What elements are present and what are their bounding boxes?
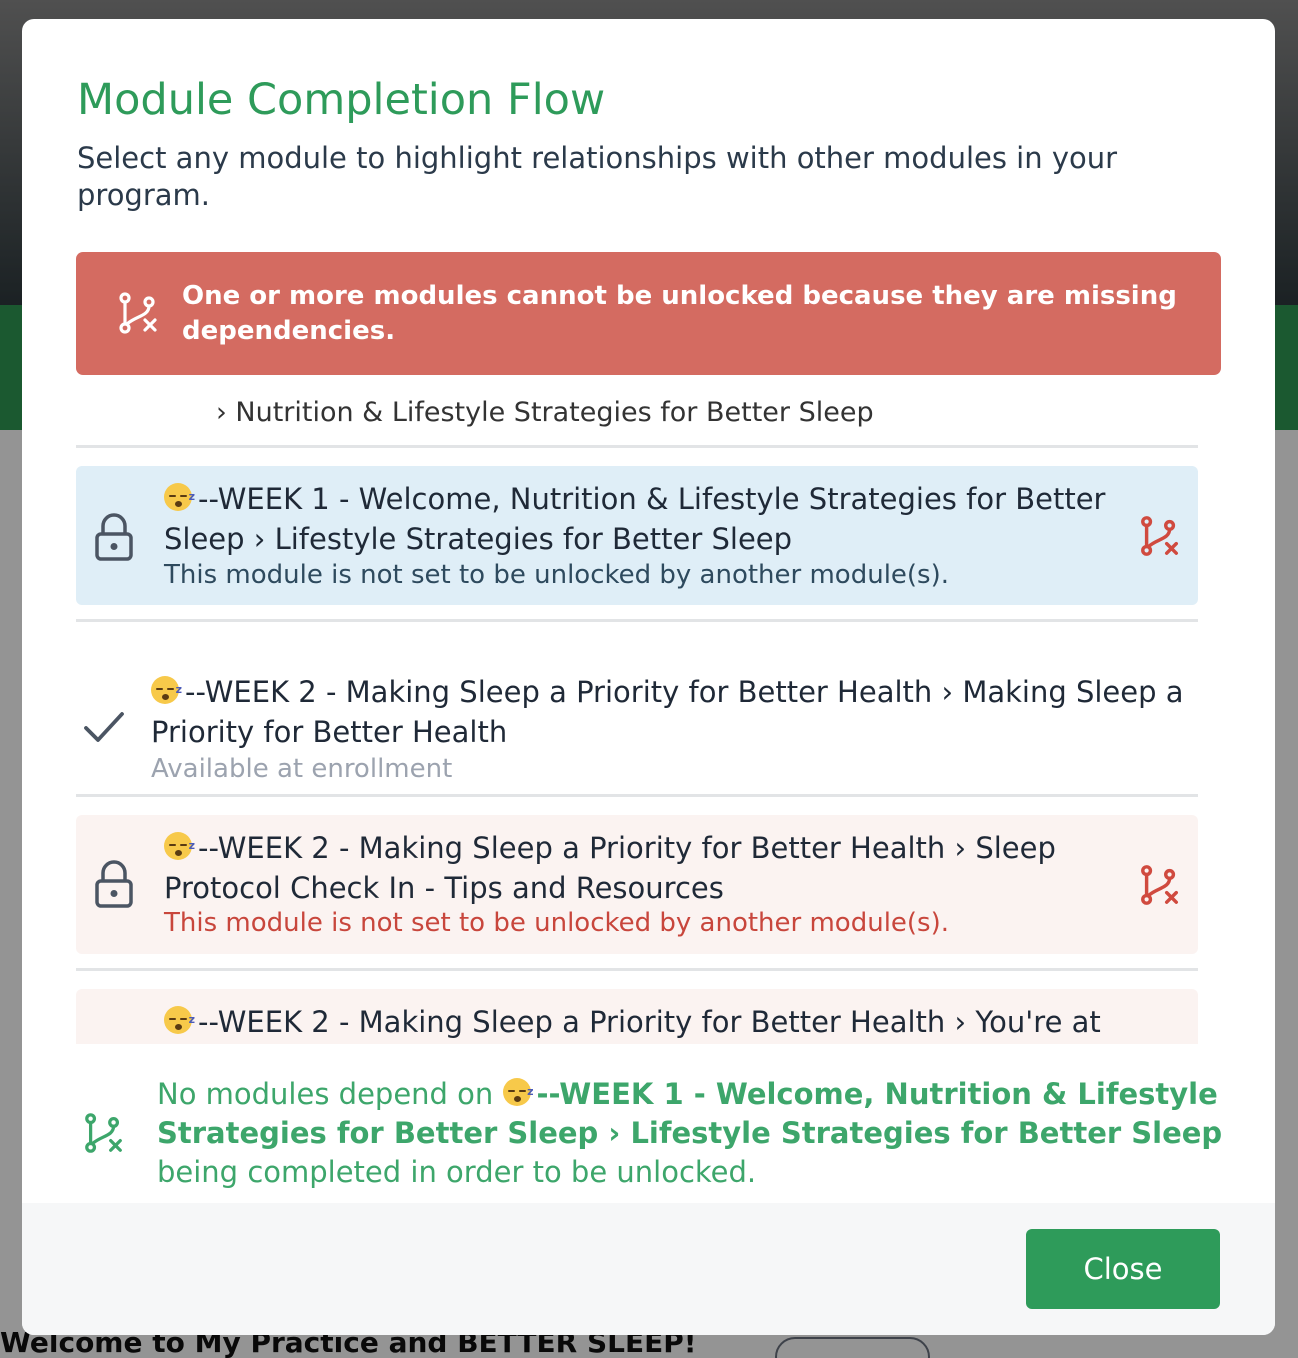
module-title: z --WEEK 2 - Making Sleep a Priority for … [164, 831, 1056, 905]
module-title: z --WEEK 1 - Welcome, Nutrition & Lifesty… [164, 482, 1106, 556]
module-item-selected[interactable]: z --WEEK 1 - Welcome, Nutrition & Lifesty… [76, 466, 1198, 605]
dialog-title: Module Completion Flow [77, 75, 606, 125]
list-divider [76, 619, 1198, 622]
sleeping-face-emoji: z [164, 832, 195, 860]
module-item[interactable]: z --WEEK 2 - Making Sleep a Priority for … [76, 815, 1198, 954]
module-item[interactable]: z --WEEK 2 - Making Sleep a Priority for … [76, 989, 1198, 1044]
dependency-info: No modules depend on z --WEEK 1 - Welcome… [77, 1075, 1237, 1195]
sleeping-face-emoji: z [502, 1078, 534, 1106]
lock-icon [95, 513, 133, 561]
module-subtitle: This module is not set to be unlocked by… [164, 560, 950, 590]
lock-icon [95, 860, 133, 908]
alert-message: One or more modules cannot be unlocked b… [182, 281, 1177, 346]
sleeping-face-emoji: z [164, 483, 195, 511]
dependency-info-text: No modules depend on z --WEEK 1 - Welcome… [157, 1077, 1223, 1189]
check-icon [84, 712, 124, 742]
module-item[interactable]: z --WEEK 2 - Making Sleep a Priority for … [76, 637, 1198, 787]
module-subtitle: This module is not set to be unlocked by… [164, 908, 950, 938]
close-button[interactable]: Close [1026, 1229, 1220, 1309]
branch-x-icon [85, 1113, 122, 1153]
branch-x-icon [119, 292, 157, 334]
dialog-description: Select any module to highlight relations… [77, 141, 1118, 212]
list-item-partial: › Nutrition & Lifestyle Strategies for B… [216, 397, 874, 428]
sleeping-face-emoji: z [151, 676, 182, 704]
missing-dependencies-alert: One or more modules cannot be unlocked b… [76, 252, 1221, 375]
sleeping-face-emoji: z [164, 1006, 195, 1034]
list-divider [76, 445, 1198, 448]
module-completion-flow-dialog: Module Completion Flow Select any module… [22, 19, 1275, 1335]
module-title: z --WEEK 2 - Making Sleep a Priority for … [164, 1002, 1144, 1042]
list-divider [76, 794, 1198, 797]
branch-x-icon [1141, 516, 1178, 556]
list-divider [76, 968, 1198, 971]
module-subtitle: Available at enrollment [151, 754, 453, 784]
module-title: z --WEEK 2 - Making Sleep a Priority for … [151, 675, 1184, 749]
branch-x-icon [1141, 865, 1178, 905]
module-list[interactable]: › Nutrition & Lifestyle Strategies for B… [76, 385, 1221, 1044]
